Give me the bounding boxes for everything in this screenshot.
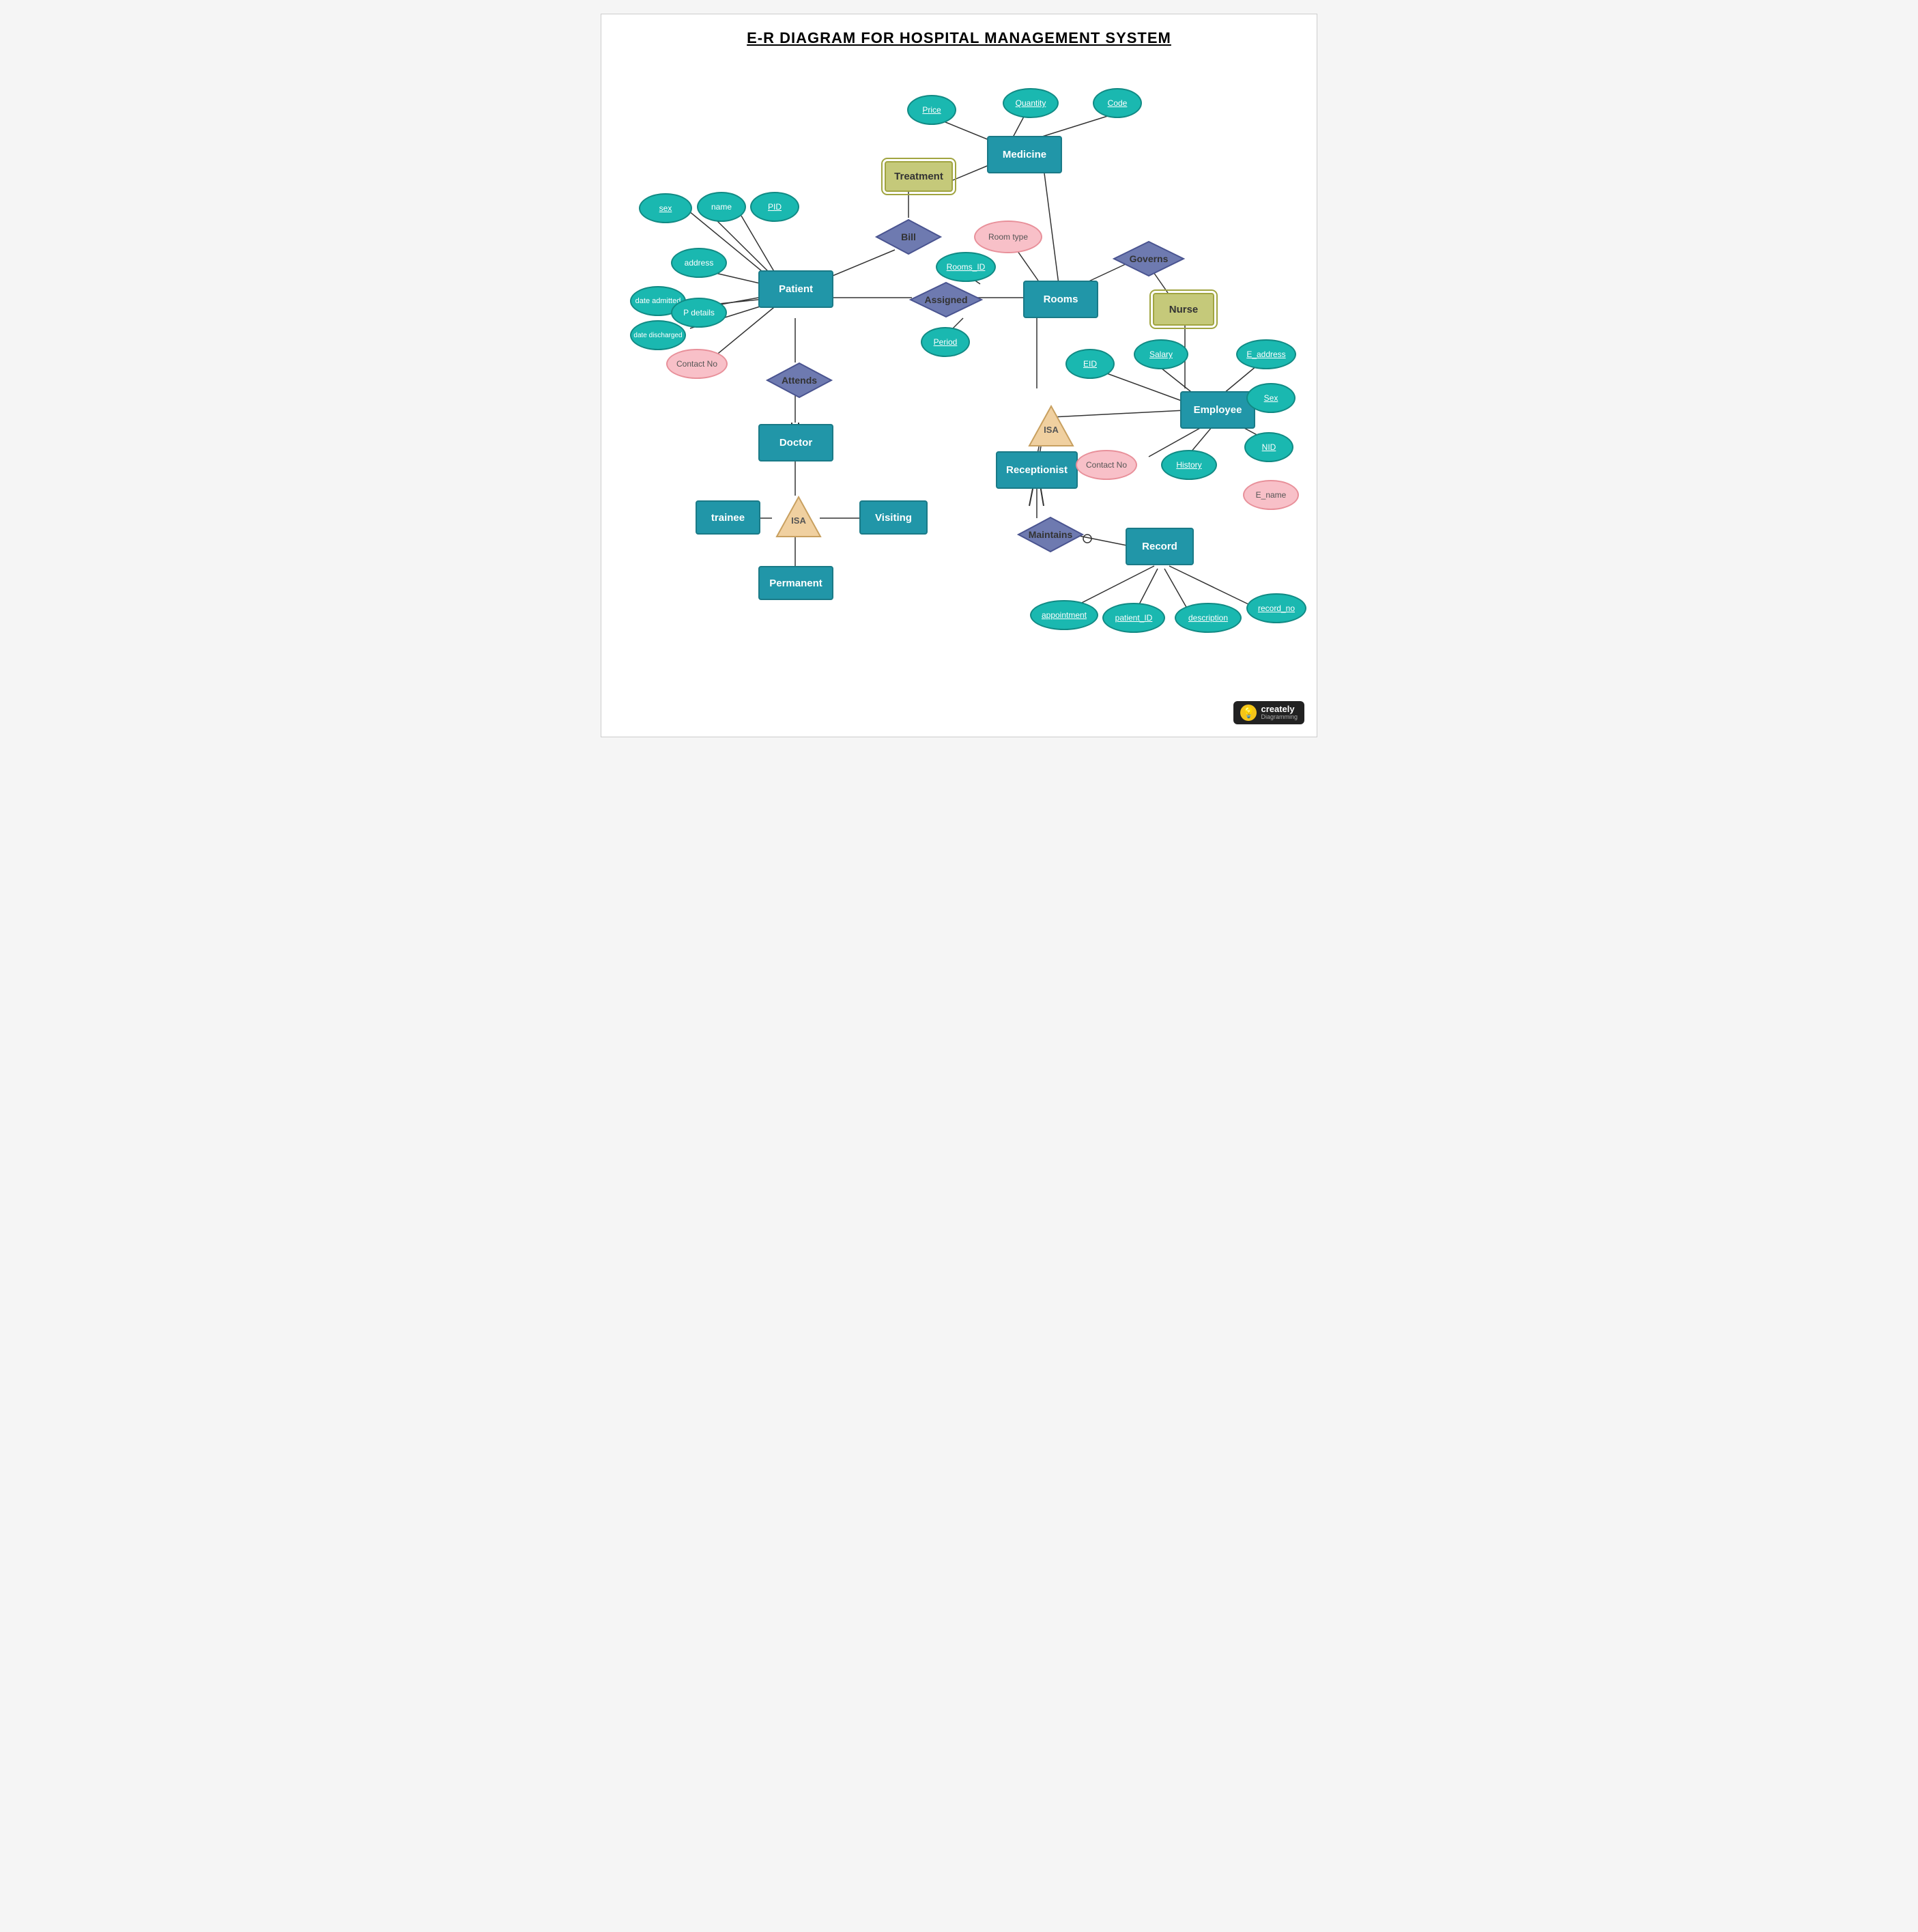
attr-name: name (697, 192, 746, 222)
relation-assigned: Assigned (908, 281, 984, 319)
attr-rooms-id: Rooms_ID (936, 252, 996, 282)
attr-description: description (1175, 603, 1242, 633)
relation-maintains: Maintains (1016, 515, 1085, 554)
attr-p-details: P details (671, 298, 727, 328)
attr-pid: PID (750, 192, 799, 222)
attr-appointment: appointment (1030, 600, 1098, 630)
entity-record: Record (1126, 528, 1194, 565)
attr-contact-no-patient: Contact No (666, 349, 728, 379)
creately-bulb-icon: 💡 (1240, 705, 1257, 721)
entity-treatment: Treatment (885, 161, 953, 192)
entity-receptionist: Receptionist (996, 451, 1078, 489)
creately-logo: 💡 creately Diagramming (1233, 701, 1304, 724)
attr-patient-id: patient_ID (1102, 603, 1165, 633)
relation-attends: Attends (765, 361, 833, 399)
entity-doctor: Doctor (758, 424, 833, 461)
attr-e-name: E_name (1243, 480, 1299, 510)
attr-emp-sex: Sex (1246, 383, 1296, 413)
attr-period: Period (921, 327, 970, 357)
entity-permanent: Permanent (758, 566, 833, 600)
entity-employee: Employee (1180, 391, 1255, 429)
attr-history: History (1161, 450, 1217, 480)
attr-nid: NID (1244, 432, 1293, 462)
entity-rooms: Rooms (1023, 281, 1098, 318)
entity-trainee: trainee (696, 500, 760, 535)
entity-nurse: Nurse (1153, 293, 1214, 326)
attr-salary: Salary (1134, 339, 1188, 369)
entity-medicine: Medicine (987, 136, 1062, 173)
entity-visiting: Visiting (859, 500, 928, 535)
creately-brand: creately (1261, 705, 1298, 714)
isa-employee: ISA (1028, 405, 1074, 447)
attr-date-discharged: date discharged (630, 320, 686, 350)
attr-quantity: Quantity (1003, 88, 1059, 118)
diagram-title: E-R DIAGRAM FOR HOSPITAL MANAGEMENT SYST… (601, 14, 1317, 54)
entity-patient: Patient (758, 270, 833, 308)
isa-doctor: ISA (775, 496, 822, 538)
attr-contact-no-emp: Contact No (1076, 450, 1137, 480)
relation-governs: Governs (1112, 240, 1186, 278)
attr-record-no: record_no (1246, 593, 1306, 623)
attr-code: Code (1093, 88, 1142, 118)
relation-bill: Bill (874, 218, 943, 256)
attr-price: Price (907, 95, 956, 125)
attr-room-type: Room type (974, 221, 1042, 253)
attr-sex: sex (639, 193, 692, 223)
attr-address: address (671, 248, 727, 278)
creately-sub: Diagramming (1261, 714, 1298, 721)
attr-e-address: E_address (1236, 339, 1296, 369)
diagram-container: E-R DIAGRAM FOR HOSPITAL MANAGEMENT SYST… (601, 14, 1317, 737)
attr-eid: EID (1065, 349, 1115, 379)
